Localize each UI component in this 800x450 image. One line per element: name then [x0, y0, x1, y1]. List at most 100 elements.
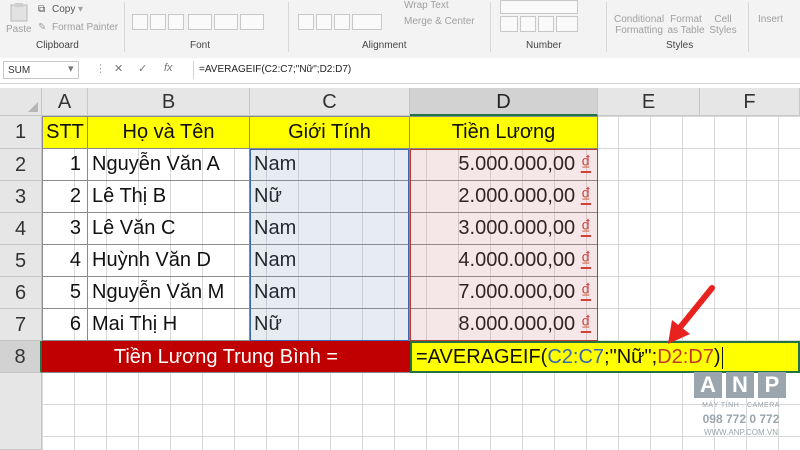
header-stt[interactable]: STT — [42, 116, 88, 149]
cell-salary[interactable]: 7.000.000,00 ₫ — [410, 277, 598, 309]
header-salary[interactable]: Tiền Lương — [410, 116, 598, 149]
cell-stt[interactable]: 4 — [42, 245, 88, 277]
cell-salary[interactable]: 4.000.000,00 ₫ — [410, 245, 598, 277]
column-header-e[interactable]: E — [598, 88, 700, 116]
name-box-dropdown-icon[interactable]: ▾ — [68, 62, 74, 75]
row-header-8[interactable]: 8 — [0, 341, 42, 373]
format-as-table-button[interactable]: Format as Table — [666, 14, 706, 36]
row-header-9[interactable] — [0, 373, 42, 450]
wrap-text-button[interactable]: Wrap Text — [404, 0, 449, 11]
number-format-dropdown[interactable] — [500, 0, 578, 14]
currency-symbol: ₫ — [580, 249, 591, 271]
column-header-a[interactable]: A — [42, 88, 88, 116]
cell-name[interactable]: Mai Thị H — [88, 309, 250, 341]
indent-button[interactable] — [352, 14, 382, 30]
salary-value: 4.000.000,00 — [458, 249, 576, 271]
cell-name[interactable]: Lê Văn C — [88, 213, 250, 245]
currency-symbol: ₫ — [580, 313, 591, 335]
currency-button[interactable] — [500, 16, 518, 32]
decimal-button[interactable] — [556, 16, 578, 32]
header-gender[interactable]: Giới Tính — [250, 116, 410, 149]
select-all-button[interactable] — [0, 88, 42, 116]
cell-gender[interactable]: Nam — [250, 245, 410, 277]
cell-stt[interactable]: 6 — [42, 309, 88, 341]
cell-name[interactable]: Lê Thị B — [88, 181, 250, 213]
row-header-7[interactable]: 7 — [0, 309, 42, 341]
cell-gender[interactable]: Nam — [250, 213, 410, 245]
row-header-6[interactable]: 6 — [0, 277, 42, 309]
cell-gender[interactable]: Nam — [250, 149, 410, 181]
cell-gender[interactable]: Nữ — [250, 309, 410, 341]
cell-stt[interactable]: 1 — [42, 149, 88, 181]
cell-salary[interactable]: 2.000.000,00 ₫ — [410, 181, 598, 213]
cell-stt[interactable]: 3 — [42, 213, 88, 245]
fill-color-button[interactable] — [214, 14, 238, 30]
logo-phone: 098 772 0 772 — [702, 412, 780, 426]
separator — [490, 2, 491, 52]
cell-salary[interactable]: 3.000.000,00 ₫ — [410, 213, 598, 245]
styles-group-label: Styles — [666, 40, 694, 51]
active-edit-cell[interactable]: =AVERAGEIF(C2:C7;"Nữ";D2:D7) — [410, 341, 800, 373]
logo-letter: A — [694, 372, 722, 398]
formula-bar: SUM ▾ ⋮ ✕ ✓ fx =AVERAGEIF(C2:C7;"Nữ";D2:… — [0, 58, 800, 84]
total-label-cell[interactable]: Tiền Lương Trung Bình = — [42, 341, 410, 373]
paste-button[interactable]: Paste — [4, 2, 34, 36]
currency-symbol: ₫ — [580, 217, 591, 239]
align-right-button[interactable] — [334, 14, 350, 30]
font-color-button[interactable] — [240, 14, 264, 30]
row-header-5[interactable]: 5 — [0, 245, 42, 277]
anp-logo: A N P MÁY TÍNH · CAMERA 098 772 0 772 WW… — [692, 372, 792, 446]
cell-styles-button[interactable]: Cell Styles — [708, 14, 738, 36]
copy-icon: ⧉ — [38, 4, 46, 15]
cell-stt[interactable]: 5 — [42, 277, 88, 309]
logo-letter: P — [758, 372, 786, 398]
merge-center-button[interactable]: Merge & Center — [404, 16, 475, 27]
cell-name[interactable]: Nguyễn Văn M — [88, 277, 250, 309]
insert-function-icon[interactable]: fx — [164, 62, 173, 74]
formula-criteria: ;"Nữ"; — [604, 346, 658, 368]
salary-value: 5.000.000,00 — [458, 153, 576, 175]
percent-button[interactable] — [520, 16, 536, 32]
conditional-formatting-button[interactable]: Conditional Formatting — [614, 14, 664, 36]
enter-icon[interactable]: ✓ — [138, 62, 147, 75]
ribbon: Paste ⧉ Copy ▾ ✎ Format Painter Clipboar… — [0, 0, 800, 59]
cell-name[interactable]: Nguyễn Văn A — [88, 149, 250, 181]
bold-button[interactable] — [132, 14, 148, 30]
brush-icon: ✎ — [38, 22, 47, 33]
salary-value: 2.000.000,00 — [458, 185, 576, 207]
paste-icon — [10, 3, 28, 22]
row-header-2[interactable]: 2 — [0, 149, 42, 181]
column-header-d[interactable]: D — [410, 88, 598, 116]
column-header-c[interactable]: C — [250, 88, 410, 116]
row-header-3[interactable]: 3 — [0, 181, 42, 213]
cancel-icon[interactable]: ✕ — [114, 62, 123, 75]
cell-name[interactable]: Huỳnh Văn D — [88, 245, 250, 277]
align-left-button[interactable] — [298, 14, 314, 30]
logo-letter: N — [726, 372, 754, 398]
borders-button[interactable] — [188, 14, 212, 30]
italic-button[interactable] — [150, 14, 166, 30]
cell-gender[interactable]: Nữ — [250, 181, 410, 213]
underline-button[interactable] — [168, 14, 184, 30]
cell-stt[interactable]: 2 — [42, 181, 88, 213]
row-header-1[interactable]: 1 — [0, 116, 42, 149]
formula-input[interactable]: =AVERAGEIF(C2:C7;"Nữ";D2:D7) — [193, 61, 798, 79]
comma-button[interactable] — [538, 16, 554, 32]
select-all-icon — [28, 102, 38, 112]
column-header-b[interactable]: B — [88, 88, 250, 116]
chevron-down-icon: ▾ — [78, 4, 84, 15]
separator — [288, 2, 289, 52]
salary-value: 8.000.000,00 — [458, 313, 576, 335]
row-header-4[interactable]: 4 — [0, 213, 42, 245]
cell-salary[interactable]: 8.000.000,00 ₫ — [410, 309, 598, 341]
arrow-annotation-icon — [668, 285, 715, 344]
salary-value: 3.000.000,00 — [458, 217, 576, 239]
cell-gender[interactable]: Nam — [250, 277, 410, 309]
clipboard-group-label: Clipboard — [36, 40, 79, 51]
cell-salary[interactable]: 5.000.000,00 ₫ — [410, 149, 598, 181]
insert-button[interactable]: Insert — [758, 14, 783, 25]
align-center-button[interactable] — [316, 14, 332, 30]
header-name[interactable]: Họ và Tên — [88, 116, 250, 149]
logo-website: WWW.ANP.COM.VN — [703, 428, 779, 437]
column-header-f[interactable]: F — [700, 88, 800, 116]
